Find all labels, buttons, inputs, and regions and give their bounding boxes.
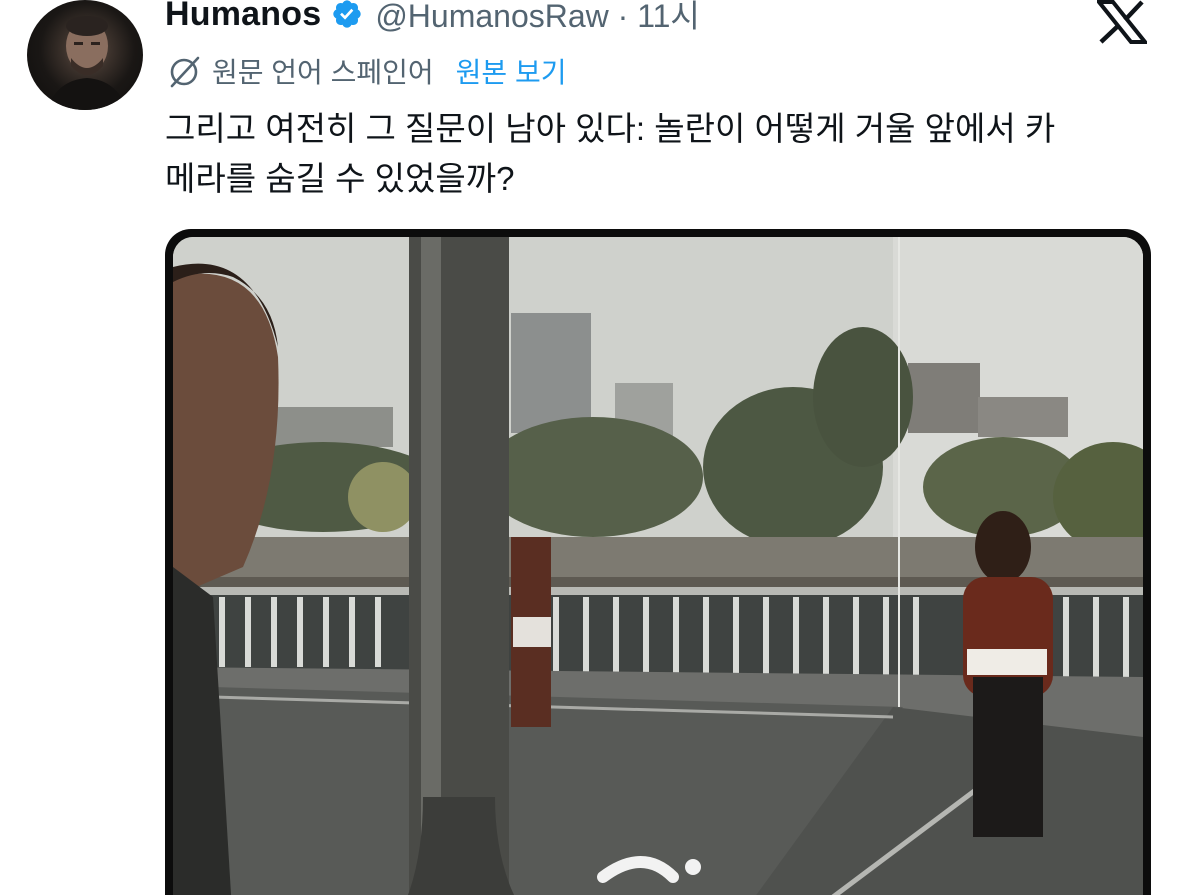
author-handle[interactable]: @HumanosRaw	[375, 0, 608, 34]
tweet-time[interactable]: 11시	[637, 0, 700, 34]
show-original-link[interactable]: 원본 보기	[456, 51, 567, 91]
translation-label: 원문 언어 스페인어	[212, 57, 434, 88]
translation-notice: 원문 언어 스페인어 원본 보기	[166, 53, 566, 89]
tweet-text: 그리고 여전히 그 질문이 남아 있다: 놀란이 어떻게 거울 앞에서 카 메라…	[165, 110, 1056, 197]
author-display-name[interactable]: Humanos	[165, 0, 321, 34]
author-avatar[interactable]	[27, 0, 143, 110]
video-player[interactable]	[165, 229, 1151, 895]
tweet-header: Humanos @HumanosRaw · 11시	[165, 0, 700, 36]
video-thumbnail[interactable]	[173, 237, 1143, 895]
handle-and-time: @HumanosRaw · 11시	[375, 0, 700, 37]
verified-badge-icon	[331, 0, 363, 30]
meta-separator: ·	[617, 0, 629, 34]
tweet-card: Humanos @HumanosRaw · 11시 원문 언어 스페인어 원본 …	[0, 0, 1179, 895]
translate-icon	[166, 53, 202, 89]
x-logo-icon[interactable]	[1094, 0, 1150, 44]
